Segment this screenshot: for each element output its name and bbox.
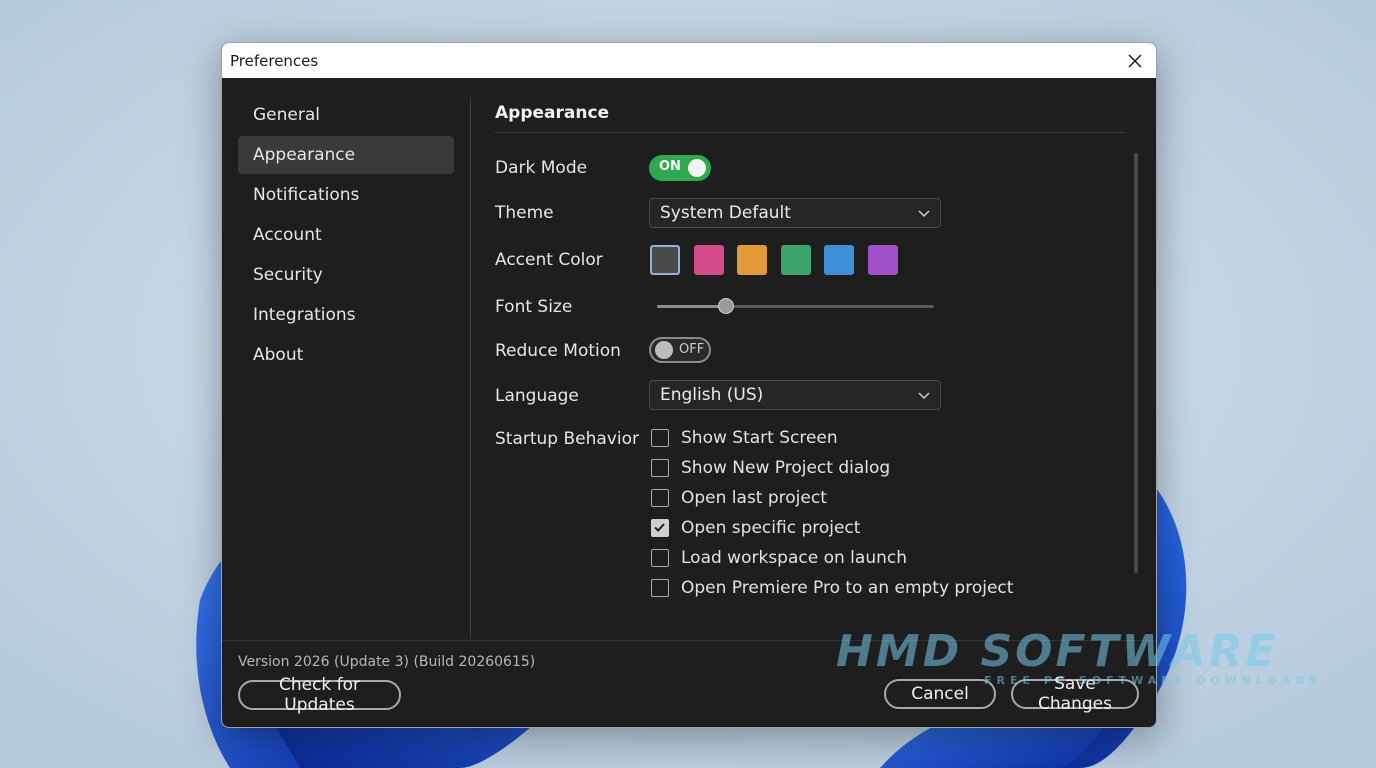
toggle-knob: [655, 341, 673, 359]
sidebar-item-about[interactable]: About: [238, 336, 454, 374]
close-icon: [1128, 54, 1142, 68]
font-size-slider[interactable]: [657, 298, 934, 314]
startup-behavior-label: Startup Behavior: [495, 429, 639, 449]
slider-thumb[interactable]: [718, 298, 735, 314]
title-bar: Preferences: [222, 43, 1156, 78]
checkbox[interactable]: [651, 489, 669, 507]
checkbox[interactable]: [651, 549, 669, 567]
theme-value: System Default: [660, 203, 791, 223]
reduce-motion-toggle[interactable]: OFF: [649, 337, 711, 363]
sidebar-item-account[interactable]: Account: [238, 216, 454, 254]
toggle-knob: [688, 159, 706, 177]
close-button[interactable]: [1120, 46, 1150, 76]
chevron-down-icon: [918, 392, 930, 400]
section-title: Appearance: [495, 103, 610, 123]
language-label: Language: [495, 386, 579, 406]
accent-swatch[interactable]: [868, 245, 898, 275]
dark-mode-state: ON: [659, 159, 681, 174]
sidebar-divider: [470, 97, 471, 639]
sidebar-item-security[interactable]: Security: [238, 256, 454, 294]
checkbox[interactable]: [651, 519, 669, 537]
startup-option-label: Open specific project: [681, 518, 861, 538]
window-title: Preferences: [230, 52, 319, 70]
sidebar-nav: General Appearance Notifications Account…: [238, 96, 454, 376]
checkbox[interactable]: [651, 459, 669, 477]
accent-swatch[interactable]: [824, 245, 855, 275]
startup-option-label: Show New Project dialog: [681, 458, 891, 478]
reduce-motion-label: Reduce Motion: [495, 341, 621, 361]
theme-label: Theme: [495, 203, 554, 223]
check-icon: [654, 523, 665, 532]
sidebar-item-integrations[interactable]: Integrations: [238, 296, 454, 334]
watermark-logo-text: HMD SOFTWARE: [836, 626, 1279, 677]
startup-option-label: Load workspace on launch: [681, 548, 907, 568]
check-updates-button[interactable]: Check for Updates: [238, 675, 401, 715]
accent-swatch[interactable]: [780, 245, 811, 275]
startup-option-label: Open Premiere Pro to an empty project: [681, 578, 1014, 598]
startup-option-label: Show Start Screen: [681, 428, 838, 448]
watermark-tagline: FREE PC SOFTWARE DOWNLOADS: [984, 674, 1323, 687]
accent-swatch[interactable]: [650, 245, 680, 275]
accent-swatch[interactable]: [693, 245, 724, 275]
startup-option-label: Open last project: [681, 488, 827, 508]
checkbox[interactable]: [651, 579, 669, 597]
reduce-motion-state: OFF: [679, 342, 705, 357]
dark-mode-toggle[interactable]: ON: [649, 155, 711, 181]
accent-color-label: Accent Color: [495, 250, 603, 270]
dark-mode-label: Dark Mode: [495, 158, 588, 178]
watermark: HMD SOFTWARE FREE PC SOFTWARE DOWNLOADS: [836, 626, 1317, 690]
scrollbar[interactable]: [1134, 153, 1138, 573]
version-text: Version 2026 (Update 3) (Build 20260615): [238, 654, 536, 670]
checkbox[interactable]: [651, 429, 669, 447]
slider-fill: [657, 305, 727, 308]
sidebar-item-appearance[interactable]: Appearance: [238, 136, 454, 174]
accent-swatch[interactable]: [737, 245, 768, 275]
sidebar-item-notifications[interactable]: Notifications: [238, 176, 454, 214]
section-divider: [495, 132, 1125, 133]
sidebar-item-general[interactable]: General: [238, 96, 454, 134]
theme-select[interactable]: System Default: [649, 198, 941, 228]
font-size-label: Font Size: [495, 297, 573, 317]
language-select[interactable]: English (US): [649, 380, 941, 410]
chevron-down-icon: [918, 210, 930, 218]
language-value: English (US): [660, 385, 764, 405]
